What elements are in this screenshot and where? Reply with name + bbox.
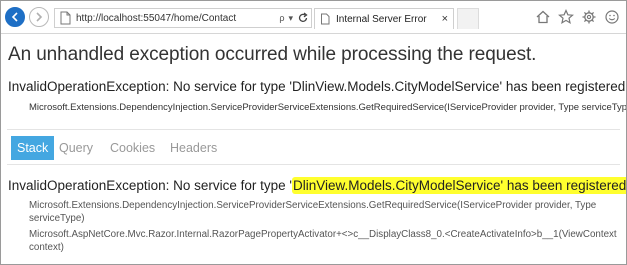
page-title: An unhandled exception occurred while pr… [8, 44, 537, 65]
stack-frame[interactable]: Microsoft.AspNetCore.Mvc.Razor.Internal.… [29, 228, 619, 254]
star-icon[interactable] [558, 9, 574, 25]
url-text[interactable]: http://localhost:55047/home/Contact [76, 13, 236, 24]
exception-source: Microsoft.Extensions.DependencyInjection… [29, 102, 627, 113]
stack-frame-list: Microsoft.Extensions.DependencyInjection… [29, 199, 619, 257]
chevron-down-icon[interactable]: ▾ [288, 12, 293, 24]
highlighted-service-name: DlinView.Models.CityModelService' has be… [291, 177, 626, 194]
arrow-left-icon [11, 12, 18, 22]
gear-icon[interactable] [581, 9, 597, 25]
tab-cookies[interactable]: Cookies [110, 136, 155, 160]
tab-query[interactable]: Query [59, 136, 93, 160]
browser-toolbar: http://localhost:55047/home/Contact ρ ▾ … [1, 1, 626, 34]
page-icon [321, 13, 330, 25]
close-icon[interactable]: × [442, 13, 448, 25]
browser-tools [535, 9, 620, 25]
tab-headers[interactable]: Headers [170, 136, 217, 160]
url-path: :55047/home/Contact [140, 12, 237, 24]
back-button[interactable] [5, 7, 25, 27]
stack-exception-prefix: InvalidOperationException: No service fo… [8, 178, 292, 193]
url-host: http://localhost [76, 12, 141, 24]
refresh-icon[interactable] [297, 12, 309, 24]
new-tab-button[interactable] [457, 8, 479, 29]
smiley-icon[interactable] [604, 9, 620, 25]
browser-tab[interactable]: Internal Server Error × [314, 8, 454, 29]
tab-stack[interactable]: Stack [11, 136, 55, 160]
exception-message: InvalidOperationException: No service fo… [8, 79, 627, 94]
arrow-right-icon [36, 12, 43, 22]
stack-exception-heading: InvalidOperationException: No service fo… [8, 177, 626, 194]
tab-title: Internal Server Error [336, 13, 427, 25]
address-bar[interactable]: http://localhost:55047/home/Contact ρ ▾ [54, 8, 312, 28]
search-icon[interactable]: ρ [279, 12, 284, 24]
error-tabs: Stack Query Cookies Headers [7, 129, 620, 165]
stack-frame[interactable]: Microsoft.Extensions.DependencyInjection… [29, 199, 619, 225]
address-actions: ρ ▾ [279, 11, 309, 25]
home-icon[interactable] [535, 9, 551, 25]
forward-button[interactable] [29, 7, 49, 27]
browser-window: http://localhost:55047/home/Contact ρ ▾ … [0, 0, 627, 265]
page-icon [60, 11, 71, 25]
